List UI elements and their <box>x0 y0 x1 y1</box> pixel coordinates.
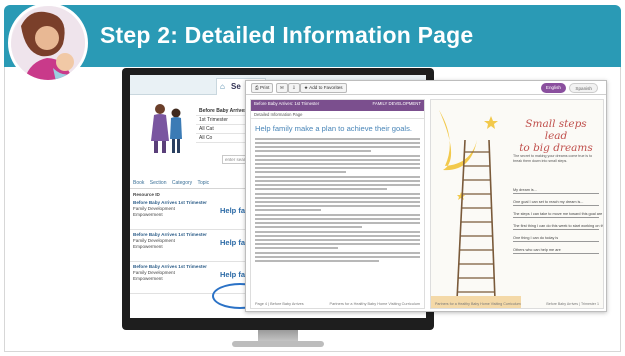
detailed-info-popup: ⎙ Print ✉ ⇩ ★ Add to Favorites English S… <box>245 80 607 312</box>
poster-intro: The secret to making your dreams come tr… <box>513 154 593 163</box>
list-item[interactable]: Before Baby Arrives 1st Trimester Family… <box>130 230 256 262</box>
email-icon: ✉ <box>280 85 284 90</box>
list-item[interactable]: Before Baby Arrives 1st Trimester Family… <box>130 198 256 230</box>
popup-toolbar: ⎙ Print ✉ ⇩ ★ Add to Favorites English S… <box>246 81 606 95</box>
slide-title: Step 2: Detailed Information Page <box>100 22 474 48</box>
page-subheader: Detailed Information Page <box>251 111 424 119</box>
print-label: Print <box>259 85 270 90</box>
print-button[interactable]: ⎙ Print <box>251 83 274 93</box>
poster-page-right: Small steps lead to big dreams The secre… <box>430 99 604 309</box>
page-header-left: Before Baby Arrives: 1st Trimester <box>254 101 320 106</box>
prompt-today[interactable]: One thing I can do today is <box>513 230 599 242</box>
col-topic[interactable]: Topic <box>197 180 209 186</box>
page-title: Help family make a plan to achieve their… <box>255 124 413 133</box>
poster-prompts: My dream is... One goal I can set to rea… <box>513 182 603 254</box>
poster-title-line2: to big dreams <box>519 142 593 154</box>
page-footer-left: Page 4 | Before Baby Arrives <box>255 302 304 306</box>
results-column-headers: Book Section Category Topic <box>130 180 256 189</box>
email-button[interactable]: ✉ <box>276 83 288 93</box>
info-page-left: Before Baby Arrives: 1st Trimester FAMIL… <box>250 99 425 309</box>
english-toggle[interactable]: English <box>540 83 566 93</box>
download-icon: ⇩ <box>292 85 296 90</box>
body-text <box>251 138 424 262</box>
results-heading: Resource ID <box>133 192 160 197</box>
add-favorites-button[interactable]: ★ Add to Favorites <box>300 83 347 93</box>
poster-title: Small steps lead to big dreams <box>513 118 599 154</box>
page-footer: Page 4 | Before Baby Arrives Partners fo… <box>255 302 420 306</box>
col-section[interactable]: Section <box>150 180 167 186</box>
poster-footer: Partners for a Healthy Baby Home Visitin… <box>435 302 599 306</box>
favorites-label: Add to Favorites <box>309 85 343 90</box>
prompt-steps[interactable]: The steps I can take to move me toward t… <box>513 206 602 218</box>
prompt-goal[interactable]: One goal I can set to reach my dream is.… <box>513 194 599 206</box>
result-link[interactable]: Help fa <box>220 271 245 279</box>
col-category[interactable]: Category <box>172 180 192 186</box>
result-link[interactable]: Help fa <box>220 239 245 247</box>
poster-title-line1: Small steps lead <box>525 118 587 142</box>
prompt-first-thing[interactable]: The first thing I can do this week to st… <box>513 218 603 230</box>
page-header-right: FAMILY DEVELOPMENT <box>372 101 421 106</box>
poster-footer-left: Partners for a Healthy Baby Home Visitin… <box>435 302 521 306</box>
download-button[interactable]: ⇩ <box>288 83 300 93</box>
col-book[interactable]: Book <box>133 180 144 186</box>
page-footer-right: Partners for a Healthy Baby Home Visitin… <box>329 302 420 306</box>
page-header-bar: Before Baby Arrives: 1st Trimester FAMIL… <box>251 100 424 111</box>
prompt-helpers[interactable]: Others who can help me are <box>513 242 599 254</box>
home-icon: ⌂ <box>220 82 225 91</box>
monitor-base <box>232 341 324 347</box>
results-list: Resource ID Before Baby Arrives 1st Trim… <box>130 191 256 294</box>
tab-search-label: Se <box>231 82 241 91</box>
spanish-toggle[interactable]: Spanish <box>569 83 598 93</box>
family-illustration <box>151 104 182 153</box>
result-link[interactable]: Help fa <box>220 207 245 215</box>
slide-header: Step 2: Detailed Information Page <box>4 5 621 67</box>
poster-footer-right: Before Baby Arrives | Trimester 1 <box>546 302 599 306</box>
prompt-dream[interactable]: My dream is... <box>513 182 599 194</box>
